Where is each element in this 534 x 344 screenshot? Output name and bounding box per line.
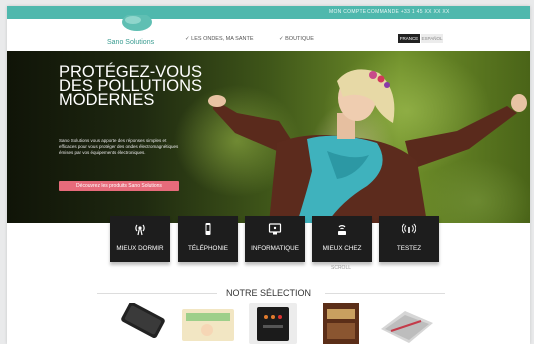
product-phone-case[interactable] (113, 303, 173, 344)
category-label: MIEUX DORMIR (116, 245, 164, 252)
discover-products-button[interactable]: Découvrez les produits Sano Solutions (59, 181, 179, 191)
category-mieux-dormir[interactable]: MIEUX DORMIR (110, 216, 170, 262)
logo-leaf-icon (122, 15, 152, 31)
nav-item-ondes[interactable]: ✓ LES ONDES, MA SANTE (185, 36, 254, 42)
header: Sano Solutions ✓ LES ONDES, MA SANTE ✓ B… (7, 15, 530, 51)
nav-label: BOUTIQUE (285, 36, 314, 42)
divider (325, 293, 445, 294)
product-baby-pad[interactable] (179, 303, 237, 344)
lang-espanol-button[interactable]: ESPAÑOL (421, 34, 443, 43)
product-pouch[interactable] (377, 303, 437, 344)
category-label: MIEUX CHEZ (322, 245, 362, 252)
product-book[interactable] (311, 303, 367, 344)
category-testez[interactable]: TESTEZ (379, 216, 439, 262)
category-telephonie[interactable]: TÉLÉPHONIE (178, 216, 238, 262)
top-bar: MON COMPTE COMMANDE +33 1 45 XX XX XX (7, 6, 530, 19)
wifi-router-icon (338, 225, 346, 235)
hero-banner: PROTÉGEZ-VOUS DES POLLUTIONS MODERNES Sa… (7, 51, 530, 223)
phone-order-link[interactable]: COMMANDE +33 1 45 XX XX XX (367, 9, 450, 15)
phone-icon (205, 223, 211, 235)
selection-title: NOTRE SÉLECTION (225, 288, 311, 298)
category-label: TÉLÉPHONIE (188, 245, 228, 252)
signal-icon (402, 223, 416, 234)
product-tablet-meter[interactable] (245, 303, 301, 344)
lang-france-button[interactable]: FRANCE (398, 34, 420, 43)
nav-label: LES ONDES, MA SANTE (191, 36, 254, 42)
category-informatique[interactable]: INFORMATIQUE (245, 216, 305, 262)
scroll-hint: SCROLL (331, 265, 352, 271)
logo-text[interactable]: Sano Solutions (107, 39, 154, 46)
category-tiles: MIEUX DORMIR TÉLÉPHONIE INFORMATIQUE MIE… (7, 216, 530, 276)
hero-title: PROTÉGEZ-VOUS DES POLLUTIONS MODERNES (59, 63, 203, 109)
category-mieux-chez[interactable]: MIEUX CHEZ (312, 216, 372, 262)
nav-item-boutique[interactable]: ✓ BOUTIQUE (279, 36, 314, 42)
radio-waves-icon (135, 224, 145, 236)
category-label: TESTEZ (396, 245, 422, 252)
account-link[interactable]: MON COMPTE (329, 9, 366, 15)
hero-description: Sano Solutions vous apporte des réponses… (59, 138, 179, 155)
page: MON COMPTE COMMANDE +33 1 45 XX XX XX Sa… (7, 6, 530, 344)
category-label: INFORMATIQUE (251, 245, 299, 252)
monitor-icon (268, 223, 282, 235)
